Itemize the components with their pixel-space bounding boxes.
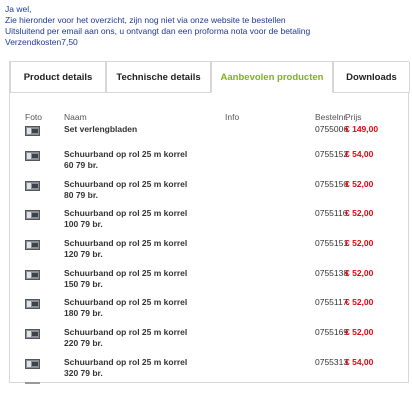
product-price: € 52,00 [345, 179, 374, 189]
product-thumbnail-icon[interactable] [25, 210, 40, 220]
table-row[interactable]: Schuurband op rol 25 m korrel 120 79 br. 0… [10, 238, 408, 266]
product-name[interactable]: Schuurband op rol 25 m korrel 120 79 br. [64, 238, 224, 260]
product-thumbnail-icon[interactable] [25, 181, 40, 191]
table-row[interactable]: Schuurband op rol 25 m korrel 180 79 br. 0… [10, 297, 408, 325]
intro-line-2: Zie hieronder voor het overzicht, zijn n… [5, 15, 286, 25]
article-number: 0755006 [315, 124, 349, 134]
intro-line-3: Uitsluitend per email aan ons, u ontvang… [5, 26, 311, 36]
product-name[interactable]: Schuurband op rol 25 m korrel 60 79 br. [64, 149, 224, 171]
recommended-products-table: Foto Naam Info Bestelnr. Prijs Set verle… [10, 93, 408, 384]
product-price: € 52,00 [345, 327, 374, 337]
product-price: € 54,00 [345, 357, 374, 367]
table-row[interactable]: Schuurband op rol 25 m korrel 150 79 br. 0… [10, 268, 408, 296]
product-name-line-1[interactable]: Set verlengbladen [64, 124, 224, 135]
product-thumbnail-icon[interactable] [25, 151, 40, 161]
table-row[interactable]: Schuurband op rol 25 m korrel 80 79 br. 07… [10, 179, 408, 207]
product-thumbnail-icon[interactable] [25, 299, 40, 309]
table-row[interactable]: Schuurband op rol 25 m korrel 320 79 br. 0… [10, 357, 408, 384]
product-price: € 52,00 [345, 238, 374, 248]
product-name[interactable]: Schuurband op rol 25 m korrel 100 79 br. [64, 208, 224, 230]
intro-line-1: Ja wel, [5, 4, 32, 14]
column-header-info: Info [225, 112, 240, 122]
article-number: 0755150 [315, 179, 349, 189]
product-name-line-2[interactable]: 80 79 br. [64, 190, 224, 201]
product-name-line-2[interactable]: 320 79 br. [64, 368, 224, 379]
product-name-line-1[interactable]: Schuurband op rol 25 m korrel [64, 357, 224, 368]
tab-technische-details[interactable]: Technische details [106, 62, 211, 93]
tab-aanbevolen-producten[interactable]: Aanbevolen producten [211, 62, 333, 93]
product-name-line-2[interactable]: 100 79 br. [64, 219, 224, 230]
next-row-thumbnail-stub [25, 382, 40, 384]
article-number: 0755151 [315, 238, 349, 248]
product-name-line-2[interactable]: 60 79 br. [64, 160, 224, 171]
article-number: 0755169 [315, 327, 349, 337]
product-price: € 52,00 [345, 297, 374, 307]
product-thumbnail-icon[interactable] [25, 240, 40, 250]
product-name-line-1[interactable]: Schuurband op rol 25 m korrel [64, 297, 224, 308]
product-name[interactable]: Schuurband op rol 25 m korrel 180 79 br. [64, 297, 224, 319]
tab-downloads[interactable]: Downloads [333, 62, 410, 93]
article-number: 0755152 [315, 149, 349, 159]
column-header-foto: Foto [25, 112, 43, 122]
product-tabs-panel: Product details Technische details Aanbe… [9, 61, 410, 384]
article-number: 0755116 [315, 208, 348, 218]
product-name-line-1[interactable]: Schuurband op rol 25 m korrel [64, 268, 224, 279]
table-row[interactable]: Schuurband op rol 25 m korrel 220 79 br. 0… [10, 327, 408, 355]
column-header-naam: Naam [64, 112, 87, 122]
tab-product-details[interactable]: Product details [10, 62, 106, 93]
article-number: 0755313 [315, 357, 349, 367]
product-name-line-2[interactable]: 150 79 br. [64, 279, 224, 290]
table-row[interactable]: Schuurband op rol 25 m korrel 60 79 br. 07… [10, 149, 408, 177]
product-thumbnail-icon[interactable] [25, 329, 40, 339]
product-thumbnail-icon[interactable] [25, 359, 40, 369]
product-name-line-1[interactable]: Schuurband op rol 25 m korrel [64, 149, 224, 160]
table-row[interactable]: Set verlengbladen 0755006 € 149,00 [10, 124, 408, 152]
product-name[interactable]: Schuurband op rol 25 m korrel 220 79 br. [64, 327, 224, 349]
product-name-line-2[interactable]: 220 79 br. [64, 338, 224, 349]
column-header-bestelnr: Bestelnr. [315, 112, 349, 122]
product-name-line-1[interactable]: Schuurband op rol 25 m korrel [64, 327, 224, 338]
product-name[interactable]: Schuurband op rol 25 m korrel 80 79 br. [64, 179, 224, 201]
product-name-line-1[interactable]: Schuurband op rol 25 m korrel [64, 179, 224, 190]
product-name[interactable]: Schuurband op rol 25 m korrel 320 79 br. [64, 357, 224, 379]
product-thumbnail-icon[interactable] [25, 270, 40, 280]
tab-bar: Product details Technische details Aanbe… [10, 62, 410, 93]
product-name[interactable]: Schuurband op rol 25 m korrel 150 79 br. [64, 268, 224, 290]
product-name-line-1[interactable]: Schuurband op rol 25 m korrel [64, 208, 224, 219]
article-number: 0755117 [315, 297, 348, 307]
column-header-prijs: Prijs [345, 112, 362, 122]
product-name[interactable]: Set verlengbladen [64, 124, 224, 135]
product-name-line-2[interactable]: 180 79 br. [64, 308, 224, 319]
article-number: 0755138 [315, 268, 349, 278]
table-row[interactable]: Schuurband op rol 25 m korrel 100 79 br. 0… [10, 208, 408, 236]
product-price: € 52,00 [345, 268, 374, 278]
product-name-line-1[interactable]: Schuurband op rol 25 m korrel [64, 238, 224, 249]
product-thumbnail-icon[interactable] [25, 126, 40, 136]
product-price: € 54,00 [345, 149, 374, 159]
product-price: € 52,00 [345, 208, 374, 218]
product-price: € 149,00 [345, 124, 379, 134]
intro-message: Ja wel, Zie hieronder voor het overzicht… [5, 4, 407, 48]
product-name-line-2[interactable]: 120 79 br. [64, 249, 224, 260]
intro-line-4: Verzendkosten7,50 [5, 37, 78, 47]
